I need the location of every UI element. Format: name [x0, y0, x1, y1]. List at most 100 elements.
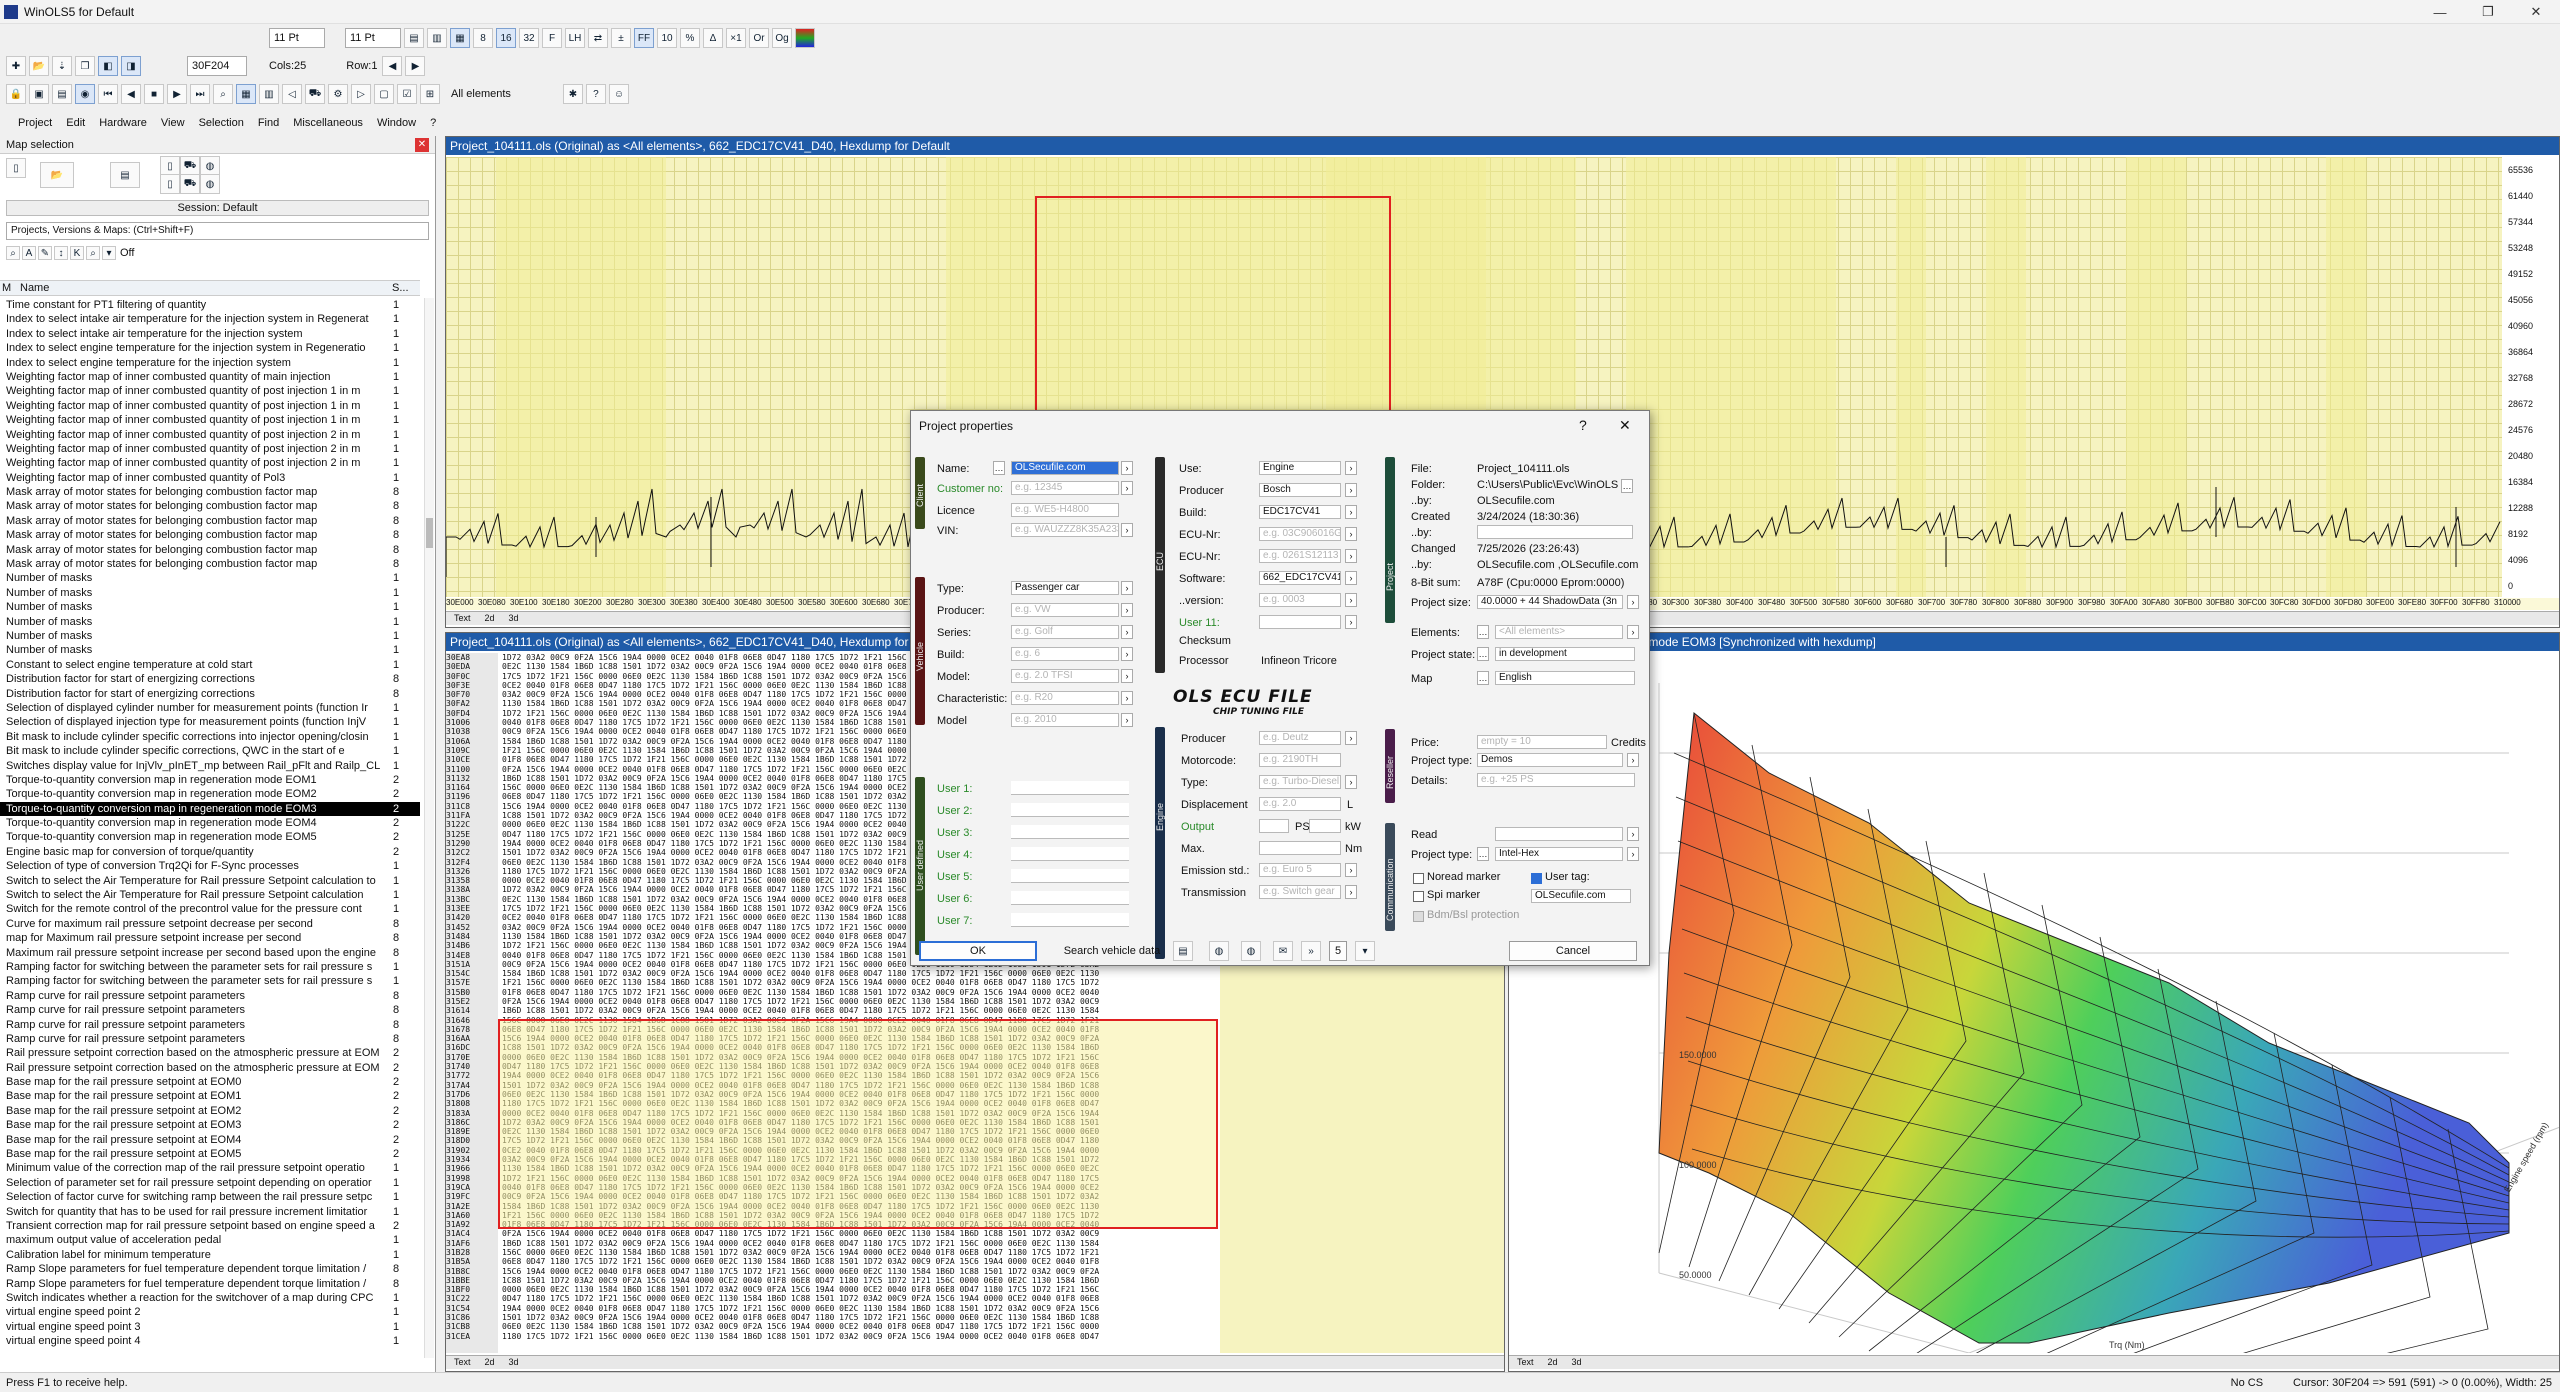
prev-icon[interactable]: ◀ — [121, 84, 141, 104]
map-list-item[interactable]: Number of masks 1 — [0, 571, 420, 585]
swap-icon[interactable]: ⇄ — [588, 28, 608, 48]
map-list-item[interactable]: Number of masks 1 — [0, 643, 420, 657]
view-tab[interactable]: 3d — [509, 613, 519, 623]
read-arrow[interactable]: › — [1627, 827, 1639, 841]
map-list-item[interactable]: Torque-to-quantity conversion map in reg… — [0, 787, 420, 801]
elements-arrow[interactable]: › — [1627, 625, 1639, 639]
menu-item-6[interactable]: Miscellaneous — [293, 117, 363, 129]
map-list-item[interactable]: map for Maximum rail pressure setpoint i… — [0, 931, 420, 945]
customer-field[interactable]: e.g. 12345 — [1011, 481, 1119, 495]
map-list-item[interactable]: Torque-to-quantity conversion map in reg… — [0, 801, 420, 817]
last-icon[interactable]: ⏭ — [190, 84, 210, 104]
map-list-item[interactable]: Curve for maximum rail pressure setpoint… — [0, 917, 420, 931]
hex32-icon[interactable]: 32 — [519, 28, 539, 48]
map-list-item[interactable]: Mask array of motor states for belonging… — [0, 514, 420, 528]
map-list-item[interactable]: Weighting factor map of inner combusted … — [0, 384, 420, 398]
map-list-item[interactable]: Number of masks 1 — [0, 586, 420, 600]
motorcode-field[interactable]: e.g. 2190TH — [1259, 753, 1341, 767]
ecu-nr-field-1[interactable]: e.g. 03C906016GN — [1259, 527, 1341, 541]
map-list-item[interactable]: Selection of displayed injection type fo… — [0, 715, 420, 729]
map-icon[interactable]: ▦ — [236, 84, 256, 104]
list-scrollbar[interactable] — [424, 298, 434, 1358]
text-icon[interactable]: A — [22, 246, 36, 260]
vehicle-db-icon[interactable]: ▤ — [1173, 941, 1193, 961]
menu-item-1[interactable]: Edit — [66, 117, 85, 129]
close-icon[interactable]: ✕ — [415, 137, 429, 152]
use-field[interactable]: Engine — [1259, 461, 1341, 475]
menu-item-7[interactable]: Window — [377, 117, 416, 129]
licence-field[interactable]: e.g. WE5-H4800 — [1011, 503, 1119, 517]
created-by-field[interactable] — [1477, 525, 1633, 539]
address-field[interactable]: 30F204 — [187, 56, 247, 76]
camera-icon[interactable]: ◉ — [75, 84, 95, 104]
prefs-icon[interactable]: ⚙ — [328, 84, 348, 104]
map-list-item[interactable]: virtual engine speed point 4 1 — [0, 1334, 420, 1348]
grid-icon[interactable]: ▦ — [450, 28, 470, 48]
ecu-producer-field[interactable]: Bosch — [1259, 483, 1341, 497]
map-list-item[interactable]: Index to select intake air temperature f… — [0, 327, 420, 341]
map-lang-select[interactable]: English — [1495, 671, 1635, 685]
view-tab[interactable]: Text — [1517, 1357, 1534, 1367]
model-year-field[interactable]: e.g. 2010 — [1011, 713, 1119, 727]
map-list-item[interactable]: Switch to select the Air Temperature for… — [0, 888, 420, 902]
counter-field[interactable]: 5 — [1329, 941, 1347, 961]
format-icon[interactable]: ▤ — [404, 28, 424, 48]
open-icon[interactable]: 📂 — [29, 56, 49, 76]
map-list-item[interactable]: Weighting factor map of inner combusted … — [0, 399, 420, 413]
map-list-item[interactable]: Ramping factor for switching between the… — [0, 960, 420, 974]
map-list-item[interactable]: Number of masks 1 — [0, 629, 420, 643]
help-icon[interactable]: ? — [585, 84, 606, 104]
map-list-item[interactable]: Mask array of motor states for belonging… — [0, 557, 420, 571]
lock-icon[interactable]: 🔒 — [6, 84, 26, 104]
folder-open-icon[interactable]: 📂 — [40, 162, 74, 188]
edit-icon[interactable]: ✎ — [38, 246, 52, 260]
map-list-item[interactable]: Ramping factor for switching between the… — [0, 974, 420, 988]
map-list-item[interactable]: Torque-to-quantity conversion map in reg… — [0, 816, 420, 830]
search-vehicle-data-button[interactable]: Search vehicle data — [1057, 941, 1167, 961]
decimal-icon[interactable]: 10 — [657, 28, 677, 48]
more-icon[interactable]: » — [1301, 941, 1321, 961]
compare-icon[interactable]: ⊞ — [420, 84, 440, 104]
zoom-icon[interactable]: ⌕ — [86, 246, 100, 260]
user-field-input[interactable] — [1011, 891, 1129, 905]
spi-checkbox[interactable] — [1413, 891, 1424, 902]
project-state-select[interactable]: in development — [1495, 647, 1635, 661]
ecu-producer-arrow[interactable]: › — [1345, 483, 1357, 497]
vin-field[interactable]: e.g. WAUZZZ8K35A233 — [1011, 523, 1119, 537]
map-list-item[interactable]: Mask array of motor states for belonging… — [0, 499, 420, 513]
map-list-item[interactable]: Weighting factor map of inner combusted … — [0, 442, 420, 456]
map-list-item[interactable]: Weighting factor map of inner combusted … — [0, 413, 420, 427]
map-list-item[interactable]: Weighting factor map of inner combusted … — [0, 471, 420, 485]
engine-type-arrow[interactable]: › — [1345, 775, 1357, 789]
users-icon[interactable]: ☺ — [608, 84, 629, 104]
producer-arrow[interactable]: › — [1121, 603, 1133, 617]
map-list-item[interactable]: Selection of type of conversion Trq2Qi f… — [0, 859, 420, 873]
project-size-arrow[interactable]: › — [1627, 595, 1639, 609]
map-list-item[interactable]: Rail pressure setpoint correction based … — [0, 1061, 420, 1075]
version-field[interactable]: e.g. 0003 — [1259, 593, 1341, 607]
view-tab[interactable]: 2d — [1548, 1357, 1558, 1367]
fold-icon[interactable]: ▾ — [102, 246, 116, 260]
map-list-item[interactable]: Ramp curve for rail pressure setpoint pa… — [0, 1032, 420, 1046]
map-list-item[interactable]: Switch for the remote control of the pre… — [0, 902, 420, 916]
map-list-item[interactable]: maximum output value of acceleration ped… — [0, 1233, 420, 1247]
type-arrow[interactable]: › — [1121, 581, 1133, 595]
right-icon[interactable]: ▷ — [351, 84, 371, 104]
series-arrow[interactable]: › — [1121, 625, 1133, 639]
name-arrow[interactable]: › — [1121, 461, 1133, 475]
import-icon[interactable]: ⇣ — [52, 56, 72, 76]
map-list-item[interactable]: virtual engine speed point 3 1 — [0, 1320, 420, 1334]
map-list-item[interactable]: Selection of factor curve for switching … — [0, 1190, 420, 1204]
view2-icon[interactable]: ◨ — [121, 56, 141, 76]
map-list-item[interactable]: Distribution factor for start of energiz… — [0, 687, 420, 701]
view-tab[interactable]: 3d — [1572, 1357, 1582, 1367]
map-list-item[interactable]: Switch to select the Air Temperature for… — [0, 874, 420, 888]
engine-producer-arrow[interactable]: › — [1345, 731, 1357, 745]
original-icon[interactable]: ×1 — [726, 28, 746, 48]
map-list-item[interactable]: Rail pressure setpoint correction based … — [0, 1046, 420, 1060]
columns-icon[interactable]: ▥ — [427, 28, 447, 48]
help-icon[interactable]: ? — [1579, 417, 1587, 433]
map-list-item[interactable]: Torque-to-quantity conversion map in reg… — [0, 773, 420, 787]
map-list-item[interactable]: Mask array of motor states for belonging… — [0, 485, 420, 499]
user-field-input[interactable] — [1011, 781, 1129, 795]
